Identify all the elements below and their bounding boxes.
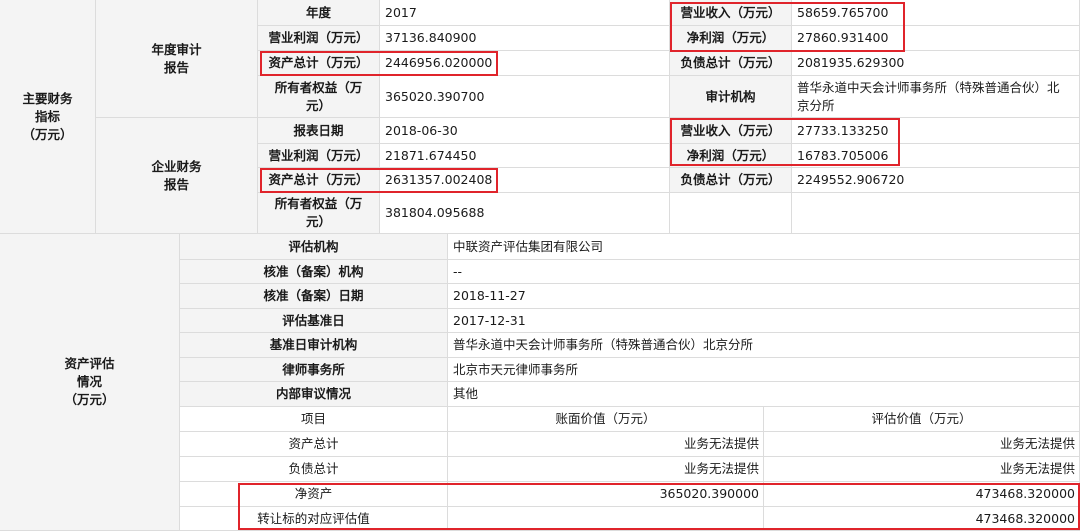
value-equity-annual: 365020.390700 [380, 76, 670, 118]
value-approval-agency: -- [448, 260, 1080, 284]
value-assets-enterprise: 2631357.002408 [380, 168, 670, 193]
label-revenue-enterprise: 营业收入（万元） [670, 118, 792, 144]
table-row-cell: 负债总计 [180, 457, 448, 482]
label-liab-enterprise: 负债总计（万元） [670, 168, 792, 193]
section-label-asset-evaluation: 资产评估 情况 （万元） [0, 234, 180, 531]
value-liab-enterprise: 2249552.906720 [792, 168, 1080, 193]
label-assets-enterprise: 资产总计（万元） [258, 168, 380, 193]
value-approval-date: 2018-11-27 [448, 284, 1080, 309]
label-base-auditor: 基准日审计机构 [180, 333, 448, 358]
value-assets-annual: 2446956.020000 [380, 51, 670, 76]
label-revenue-annual: 营业收入（万元） [670, 0, 792, 26]
group-label-annual-audit: 年度审计 报告 [96, 0, 258, 118]
label-net-profit-enterprise: 净利润（万元） [670, 144, 792, 168]
label-assets-annual: 资产总计（万元） [258, 51, 380, 76]
value-equity-enterprise: 381804.095688 [380, 193, 670, 234]
label-liab-annual: 负债总计（万元） [670, 51, 792, 76]
label-law-firm: 律师事务所 [180, 358, 448, 382]
label-eval-agency: 评估机构 [180, 234, 448, 260]
label-op-profit-enterprise: 营业利润（万元） [258, 144, 380, 168]
value-net-profit-annual: 27860.931400 [792, 26, 1080, 51]
label-equity-enterprise: 所有者权益（万 元） [258, 193, 380, 234]
empty-cell [792, 193, 1080, 234]
label-internal-review: 内部审议情况 [180, 382, 448, 407]
eval-table-header-eval: 评估价值（万元） [764, 407, 1080, 432]
value-eval-agency: 中联资产评估集团有限公司 [448, 234, 1080, 260]
value-liab-annual: 2081935.629300 [792, 51, 1080, 76]
label-op-profit-annual: 营业利润（万元） [258, 26, 380, 51]
label-equity-annual: 所有者权益（万 元） [258, 76, 380, 118]
value-auditor: 普华永道中天会计师事务所（特殊普通合伙）北 京分所 [792, 76, 1080, 118]
section-label-main-financial: 主要财务 指标 （万元） [0, 0, 96, 234]
table-row-cell: 业务无法提供 [448, 457, 764, 482]
value-base-date: 2017-12-31 [448, 309, 1080, 333]
table-row-cell: 业务无法提供 [448, 432, 764, 457]
label-auditor: 审计机构 [670, 76, 792, 118]
value-year: 2017 [380, 0, 670, 26]
value-op-profit-annual: 37136.840900 [380, 26, 670, 51]
table-row-cell: 业务无法提供 [764, 432, 1080, 457]
table-row-cell: 转让标的对应评估值 [180, 507, 448, 531]
label-year: 年度 [258, 0, 380, 26]
value-net-profit-enterprise: 16783.705006 [792, 144, 1080, 168]
table-row-cell: 资产总计 [180, 432, 448, 457]
table-row-cell: 473468.320000 [764, 482, 1080, 507]
value-internal-review: 其他 [448, 382, 1080, 407]
table-row-cell: 365020.390000 [448, 482, 764, 507]
value-law-firm: 北京市天元律师事务所 [448, 358, 1080, 382]
label-approval-agency: 核准（备案）机构 [180, 260, 448, 284]
table-row-cell: 473468.320000 [764, 507, 1080, 531]
label-approval-date: 核准（备案）日期 [180, 284, 448, 309]
group-label-enterprise-report: 企业财务 报告 [96, 118, 258, 234]
table-row-cell: 净资产 [180, 482, 448, 507]
table-row-cell [448, 507, 764, 531]
eval-table-header-book: 账面价值（万元） [448, 407, 764, 432]
label-base-date: 评估基准日 [180, 309, 448, 333]
value-base-auditor: 普华永道中天会计师事务所（特殊普通合伙）北京分所 [448, 333, 1080, 358]
table-row-cell: 业务无法提供 [764, 457, 1080, 482]
value-report-date: 2018-06-30 [380, 118, 670, 144]
value-op-profit-enterprise: 21871.674450 [380, 144, 670, 168]
empty-cell [670, 193, 792, 234]
value-revenue-annual: 58659.765700 [792, 0, 1080, 26]
label-report-date: 报表日期 [258, 118, 380, 144]
label-net-profit-annual: 净利润（万元） [670, 26, 792, 51]
value-revenue-enterprise: 27733.133250 [792, 118, 1080, 144]
eval-table-header-item: 项目 [180, 407, 448, 432]
